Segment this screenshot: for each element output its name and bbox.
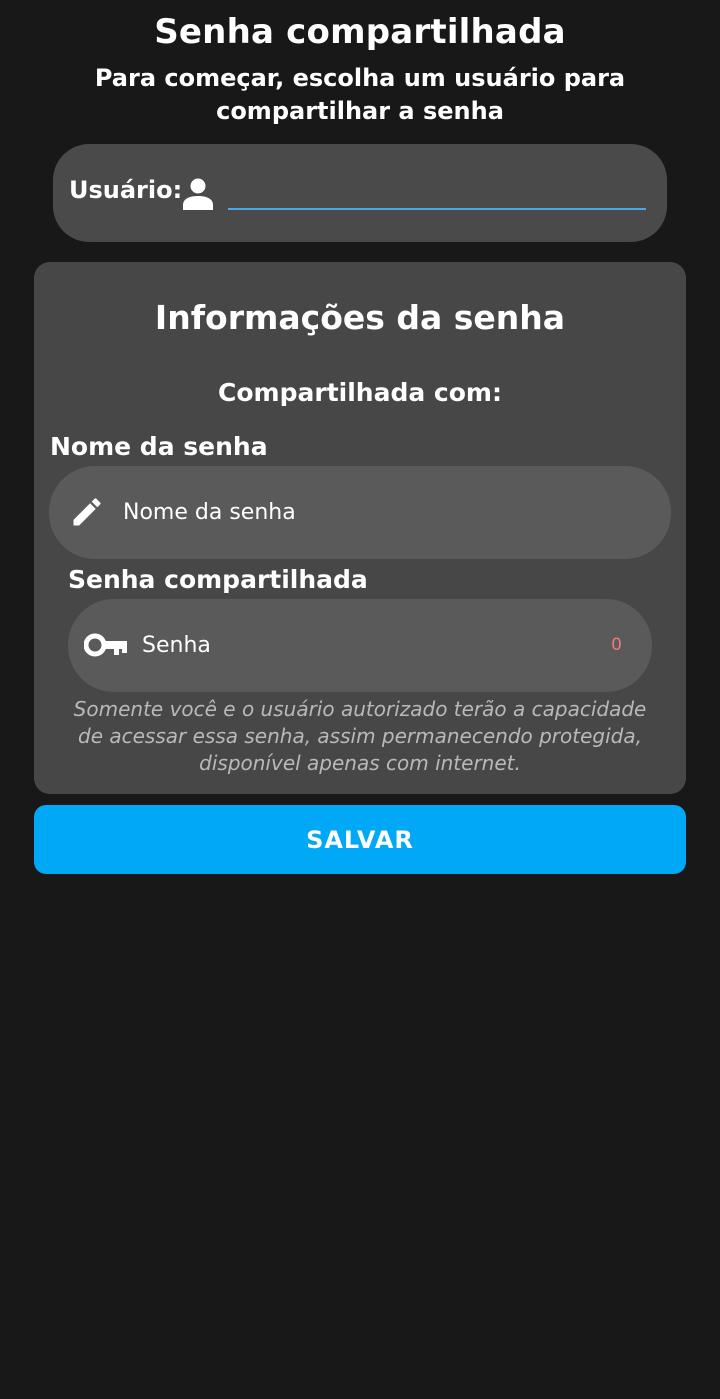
key-icon: [84, 633, 127, 657]
password-length-counter: 0: [611, 635, 622, 655]
shared-with-label: Compartilhada com:: [218, 378, 502, 407]
person-icon: [183, 178, 213, 210]
shared-password-field[interactable]: 0: [68, 599, 652, 692]
user-input[interactable]: [228, 174, 646, 210]
share-password-screen: Senha compartilhada Para começar, escolh…: [0, 0, 720, 1399]
shared-password-label: Senha compartilhada: [68, 565, 368, 594]
pencil-icon: [73, 498, 101, 526]
password-info-card: Informações da senha Compartilhada com: …: [34, 262, 686, 794]
page-subtitle: Para começar, escolha um usuário para co…: [94, 64, 626, 125]
save-button[interactable]: SALVAR: [34, 805, 686, 874]
user-label: Usuário:: [69, 176, 183, 204]
password-name-label: Nome da senha: [50, 432, 268, 461]
password-name-input[interactable]: [123, 494, 623, 530]
shared-password-input[interactable]: [142, 627, 582, 663]
user-selector-card: Usuário:: [53, 144, 667, 242]
page-title: Senha compartilhada: [154, 12, 566, 52]
password-name-field[interactable]: [49, 466, 671, 559]
info-card-title: Informações da senha: [154, 298, 566, 337]
privacy-note: Somente você e o usuário autorizado terã…: [73, 697, 647, 775]
